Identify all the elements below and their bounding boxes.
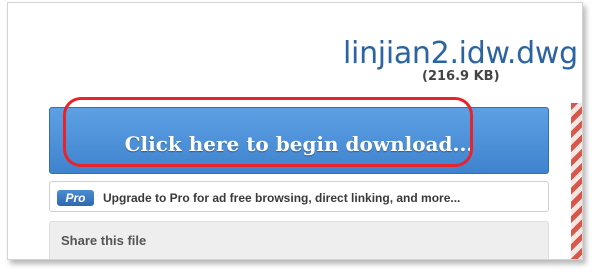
page-window: linjian2.idw.dwg (216.9 KB) Click here t… <box>7 2 583 260</box>
share-panel: Share this file <box>49 221 549 259</box>
download-button-label: Click here to begin download... <box>124 132 474 156</box>
pro-badge: Pro <box>57 190 94 206</box>
file-size: (216.9 KB) <box>422 69 500 84</box>
pro-upgrade-link[interactable]: Upgrade to Pro for ad free browsing, dir… <box>103 191 460 205</box>
file-name-title: linjian2.idw.dwg <box>343 36 578 71</box>
side-banner-ad[interactable] <box>571 103 582 259</box>
share-title: Share this file <box>61 233 147 248</box>
download-button[interactable]: Click here to begin download... <box>49 107 549 174</box>
pro-upgrade-bar[interactable]: Pro Upgrade to Pro for ad free browsing,… <box>49 181 549 212</box>
